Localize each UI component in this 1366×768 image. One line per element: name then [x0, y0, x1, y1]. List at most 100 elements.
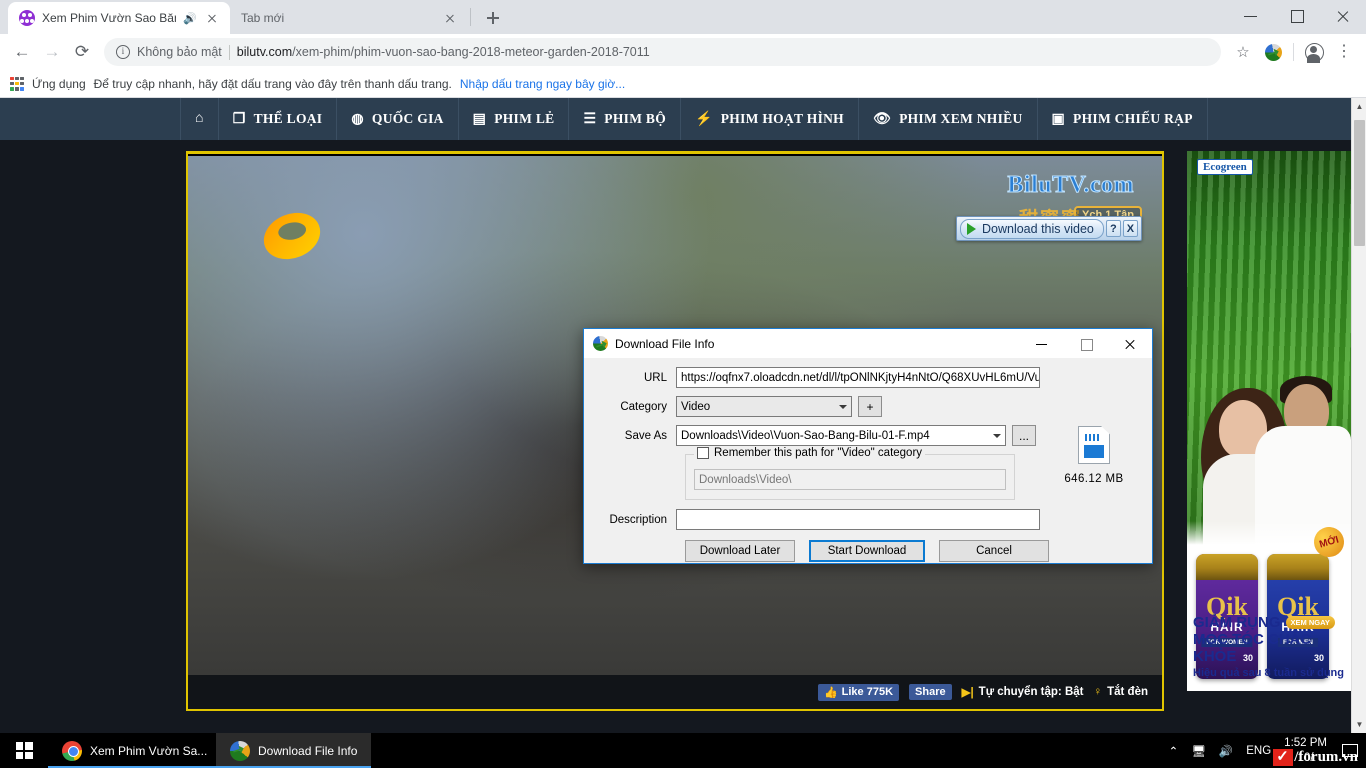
- nav-item-phim-bo[interactable]: ☰ PHIM BỘ: [569, 98, 682, 140]
- nav-item-the-loai[interactable]: ❐ THỂ LOẠI: [219, 98, 338, 140]
- dialog-title: Download File Info: [615, 336, 715, 351]
- nav-item-phim-xem-nhieu[interactable]: 👁 PHIM XEM NHIỀU: [859, 98, 1038, 140]
- nav-item-phim-le[interactable]: ▤ PHIM LẺ: [459, 98, 570, 140]
- apps-grid-icon[interactable]: [10, 76, 24, 91]
- close-window-icon[interactable]: [1320, 0, 1366, 32]
- nav-item-phim-hoat-hinh[interactable]: ⚡ PHIM HOẠT HÌNH: [681, 98, 859, 140]
- chrome-menu-icon[interactable]: ⋮: [1330, 38, 1358, 66]
- ad-product-area: MỚI Qik HAIR FOR WOMEN 30 Qik HAIR: [1187, 521, 1351, 691]
- ad-photo: Ecogreen: [1187, 151, 1351, 566]
- help-icon[interactable]: ?: [1105, 220, 1121, 237]
- show-desktop-button[interactable]: [1342, 744, 1358, 757]
- close-icon[interactable]: [204, 10, 220, 26]
- windows-taskbar: Xem Phim Vườn Sa... Download File Info ⌃…: [0, 733, 1366, 768]
- start-button[interactable]: [0, 733, 48, 768]
- download-this-video-button[interactable]: Download this video: [960, 218, 1104, 239]
- remember-path-legend: Remember this path for "Video" category: [694, 447, 926, 459]
- url-host: bilutv.com: [236, 45, 293, 59]
- scrollbar-thumb[interactable]: [1354, 120, 1365, 246]
- import-bookmarks-link[interactable]: Nhập dấu trang ngay bây giờ...: [460, 77, 625, 91]
- chevron-down-icon: [993, 433, 1001, 438]
- nav-label: PHIM CHIẾU RẠP: [1073, 111, 1193, 126]
- download-later-button[interactable]: Download Later: [685, 540, 795, 562]
- auto-next-toggle[interactable]: ▶| Tự chuyển tập: Bật: [962, 685, 1084, 699]
- close-icon[interactable]: [1108, 329, 1152, 358]
- maximize-icon[interactable]: [1064, 329, 1108, 358]
- idm-download-video-panel[interactable]: Download this video ? X: [956, 216, 1142, 241]
- globe-icon: ◍: [351, 111, 364, 127]
- minimize-icon[interactable]: [1228, 0, 1274, 32]
- idm-extension-icon[interactable]: [1259, 38, 1287, 66]
- nav-item-phim-chieu-rap[interactable]: ▣ PHIM CHIẾU RẠP: [1038, 98, 1208, 140]
- network-icon[interactable]: 🖥: [1191, 744, 1206, 758]
- browser-tab-active[interactable]: Xem Phim Vườn Sao Băng 20 🔊: [8, 2, 230, 34]
- video-file-icon: [1078, 426, 1110, 464]
- reload-icon[interactable]: ⟳: [68, 38, 96, 66]
- description-input[interactable]: [676, 509, 1040, 530]
- browser-tab-newtab[interactable]: Tab mới: [230, 2, 468, 34]
- nav-item-quoc-gia[interactable]: ◍ QUỐC GIA: [337, 98, 459, 140]
- lights-off-label: Tắt đèn: [1107, 686, 1148, 698]
- taskbar-item-chrome[interactable]: Xem Phim Vườn Sa...: [48, 733, 216, 768]
- bookmark-star-icon[interactable]: ☆: [1229, 38, 1257, 66]
- clock[interactable]: 1:52 PM 10/: [1284, 736, 1327, 765]
- remember-path-label: Remember this path for "Video" category: [714, 447, 923, 459]
- new-tab-button[interactable]: [479, 4, 507, 32]
- idm-icon: [593, 336, 608, 351]
- language-indicator[interactable]: ENG: [1246, 745, 1271, 757]
- address-bar[interactable]: i Không bảo mật bilutv.com/xem-phim/phim…: [104, 38, 1221, 66]
- url-input[interactable]: https://oqfnx7.oloadcdn.net/dl/l/tpONlNK…: [676, 367, 1040, 388]
- copy-icon: ❐: [232, 111, 246, 127]
- volume-icon[interactable]: 🔊: [1219, 744, 1233, 758]
- taskbar-item-idm[interactable]: Download File Info: [216, 733, 372, 768]
- taskbar-label: Download File Info: [258, 743, 358, 758]
- save-as-dropdown[interactable]: Downloads\Video\Vuon-Sao-Bang-Bilu-01-F.…: [676, 425, 1006, 446]
- bilutv-watermark: BiluTV.com: [1007, 172, 1134, 199]
- dialog-window-controls: [1020, 329, 1152, 358]
- category-dropdown[interactable]: Video: [676, 396, 852, 417]
- cancel-button[interactable]: Cancel: [939, 540, 1049, 562]
- nav-label: PHIM BỘ: [604, 111, 667, 126]
- clock-date: 10/: [1297, 751, 1314, 764]
- ad-cta-button[interactable]: XEM NGAY: [1285, 615, 1335, 629]
- start-download-button[interactable]: Start Download: [809, 540, 925, 562]
- maximize-icon[interactable]: [1274, 0, 1320, 32]
- scroll-down-icon[interactable]: ▼: [1352, 716, 1366, 733]
- info-icon[interactable]: i: [116, 45, 130, 59]
- chevron-down-icon: [839, 404, 847, 409]
- chrome-browser-window: Xem Phim Vườn Sao Băng 20 🔊 Tab mới ← → …: [0, 0, 1366, 733]
- site-navigation: ⌂ ❐ THỂ LOẠI ◍ QUỐC GIA ▤ PHIM LẺ ☰ PHIM…: [0, 98, 1351, 140]
- like-label: Like 775K: [841, 686, 894, 698]
- back-icon[interactable]: ←: [8, 38, 36, 66]
- show-hidden-icons-chevron[interactable]: ⌃: [1169, 744, 1179, 758]
- forward-icon[interactable]: →: [38, 38, 66, 66]
- play-icon: [967, 222, 976, 235]
- apps-label[interactable]: Ứng dụng: [32, 77, 86, 91]
- close-icon[interactable]: [442, 10, 458, 26]
- ad-copy: GIẢM RỤNG XEM NGAY MỌC TÓC CHẮC KHỎE Hiệ…: [1193, 614, 1345, 680]
- remember-path-checkbox[interactable]: [697, 447, 709, 459]
- close-icon[interactable]: X: [1122, 220, 1138, 237]
- tab-title: Tab mới: [241, 11, 285, 25]
- url-label: URL: [643, 371, 667, 384]
- ecogreen-logo: Ecogreen: [1197, 159, 1253, 175]
- dialog-buttons: Download Later Start Download Cancel: [685, 540, 1138, 562]
- nav-label: PHIM XEM NHIỀU: [899, 111, 1023, 126]
- speaker-icon[interactable]: 🔊: [183, 12, 197, 25]
- page-scrollbar[interactable]: ▲ ▼: [1351, 98, 1366, 733]
- remember-path-input: Downloads\Video\: [694, 469, 1006, 490]
- bookmarks-hint: Để truy cập nhanh, hãy đặt dấu trang vào…: [93, 76, 452, 91]
- add-category-button[interactable]: +: [858, 396, 882, 417]
- page-viewport: ⌂ ❐ THỂ LOẠI ◍ QUỐC GIA ▤ PHIM LẺ ☰ PHIM…: [0, 98, 1366, 733]
- scroll-up-icon[interactable]: ▲: [1352, 98, 1366, 115]
- lights-off-toggle[interactable]: ♀ Tắt đèn: [1093, 686, 1148, 698]
- nav-label: QUỐC GIA: [371, 111, 444, 126]
- download-video-label: Download this video: [982, 221, 1094, 236]
- avatar[interactable]: [1300, 38, 1328, 66]
- facebook-like-button[interactable]: 👍 Like 775K: [817, 683, 900, 701]
- facebook-share-button[interactable]: Share: [909, 684, 952, 700]
- nav-item-home[interactable]: ⌂: [180, 98, 219, 140]
- browse-button[interactable]: ...: [1012, 425, 1036, 446]
- minimize-icon[interactable]: [1020, 329, 1064, 358]
- sidebar-advertisement[interactable]: Ecogreen MỚI Qik HAIR FOR WOMEN 30 Qik F…: [1187, 151, 1351, 691]
